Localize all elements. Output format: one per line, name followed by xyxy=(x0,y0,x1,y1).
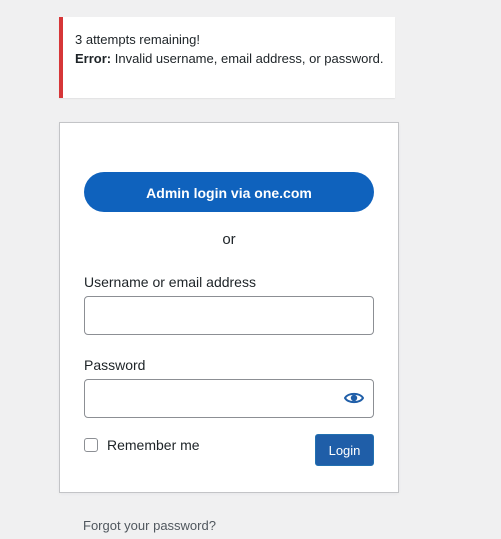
error-label: Error: xyxy=(75,51,112,66)
show-password-button[interactable] xyxy=(340,386,368,410)
login-form: Admin login via one.com or Username or e… xyxy=(59,122,399,493)
forgot-password-link[interactable]: Forgot your password? xyxy=(83,518,216,533)
remember-me-row: Remember me xyxy=(84,436,200,454)
username-input[interactable] xyxy=(84,296,374,335)
error-message: Error: Invalid username, email address, … xyxy=(75,49,385,68)
login-error-notice: 3 attempts remaining! Error: Invalid use… xyxy=(59,17,395,98)
remember-me-checkbox[interactable] xyxy=(84,438,98,452)
attempts-remaining-text: 3 attempts remaining! xyxy=(75,32,201,47)
sso-login-button[interactable]: Admin login via one.com xyxy=(84,172,374,212)
error-message-text: Invalid username, email address, or pass… xyxy=(111,51,384,66)
password-label: Password xyxy=(84,357,146,373)
login-button[interactable]: Login xyxy=(315,434,374,466)
or-divider-text: or xyxy=(222,231,236,248)
remember-me-label[interactable]: Remember me xyxy=(107,437,200,453)
eye-icon xyxy=(344,392,364,404)
username-label: Username or email address xyxy=(84,274,256,290)
password-input[interactable] xyxy=(84,379,374,418)
